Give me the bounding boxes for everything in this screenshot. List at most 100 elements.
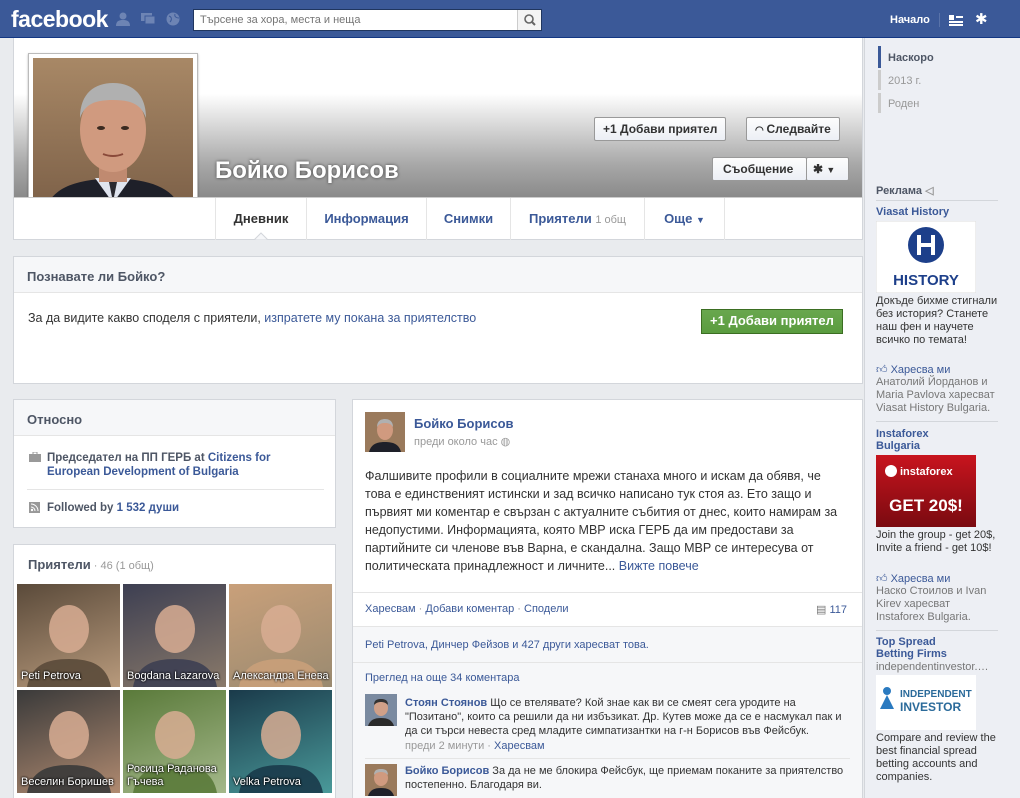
ad-text: Join the group - get 20$, Invite a frien… <box>876 529 996 554</box>
top-bar: facebook Начало ✱ <box>0 0 1020 38</box>
friends-title[interactable]: Приятели <box>28 557 91 572</box>
tab-sub: 1 общ <box>595 214 626 226</box>
notifications-globe-icon[interactable] <box>165 12 181 26</box>
commenter-avatar[interactable] <box>365 694 397 726</box>
comment-author[interactable]: Бойко Борисов <box>405 765 489 777</box>
about-box: Относно Председател на ПП ГЕРБ at Citize… <box>13 399 336 528</box>
search-button[interactable] <box>517 10 541 30</box>
post-author[interactable]: Бойко Борисов <box>414 416 514 431</box>
briefcase-icon <box>29 452 41 462</box>
comment-count[interactable]: ▤ 117 <box>816 603 847 616</box>
tab-about[interactable]: Информация <box>307 198 427 240</box>
friend-tile[interactable]: Peti Petrova <box>17 584 120 687</box>
ad-title[interactable]: Top Spread Betting Firms <box>876 636 966 660</box>
comment-2: Бойко Борисов За да не ме блокира Фейсбу… <box>405 764 845 792</box>
gear-icon: ✱ <box>813 162 824 176</box>
send-friend-request-link[interactable]: изпратете му покана за приятелство <box>264 311 476 325</box>
friend-tile[interactable]: Velka Petrova <box>229 690 332 793</box>
divider <box>353 592 862 593</box>
search-icon <box>524 14 536 26</box>
comment-like-link[interactable]: Харесвам <box>494 740 545 752</box>
ad-like-label: Харесва ми <box>890 364 951 376</box>
see-more-link[interactable]: Вижте повече <box>619 559 699 573</box>
divider <box>876 421 998 422</box>
timeline-marker <box>878 70 881 90</box>
view-more-comments[interactable]: Преглед на още 34 коментара <box>365 672 520 684</box>
ad-domain: independentinvestor.… <box>876 661 989 673</box>
tab-label: Информация <box>324 211 409 226</box>
timeline-post: Бойко Борисов преди около час ◍ Фалшивит… <box>352 399 863 798</box>
ad-like-link[interactable]: 👍︎ Харесва ми <box>876 363 950 376</box>
timeline-recent[interactable]: Наскоро <box>888 52 934 64</box>
friend-name: Velka Petrova <box>233 776 301 788</box>
tab-photos[interactable]: Снимки <box>427 198 511 240</box>
more-options-button[interactable]: ✱ ▼ <box>806 157 849 181</box>
ad-title[interactable]: Instaforex Bulgaria <box>876 428 966 452</box>
thumbs-up-icon: 👍︎ <box>876 573 888 585</box>
friend-requests-icon[interactable] <box>115 12 131 26</box>
ad-social: Анатолий Йорданов и Maria Pavlova харесв… <box>876 376 995 414</box>
facebook-logo[interactable]: facebook <box>11 6 108 33</box>
friend-tile[interactable]: Bogdana Lazarova <box>123 584 226 687</box>
divider <box>353 662 862 663</box>
ad-image-label: GET 20$! <box>889 496 963 515</box>
independent-investor-logo[interactable]: INDEPENDENTINVESTOR <box>876 675 976 730</box>
viasat-history-logo[interactable]: HISTORY <box>876 221 976 293</box>
search-box[interactable] <box>193 9 542 31</box>
tab-label: Още <box>664 211 693 226</box>
friends-header: Приятели · 46 (1 общ) <box>28 557 154 572</box>
rss-icon: ◠ <box>755 125 767 136</box>
message-label: Съобщение <box>723 162 794 176</box>
ad-like-link[interactable]: 👍︎ Харесва ми <box>876 572 950 585</box>
friend-tile[interactable]: Веселин Боришев <box>17 690 120 793</box>
post-body: Фалшивите профили в социалните мрежи ста… <box>365 467 850 575</box>
add-friend-button[interactable]: +1 Добави приятел <box>594 117 727 141</box>
ad-title[interactable]: Viasat History <box>876 206 949 218</box>
search-input[interactable] <box>194 10 514 30</box>
settings-gear-icon[interactable]: ✱ <box>975 10 988 28</box>
followers-count-link[interactable]: 1 532 души <box>117 502 179 514</box>
active-tab-indicator <box>254 232 268 240</box>
divider <box>876 200 998 201</box>
comment-1: Стоян Стоянов Що се втелявате? Кой знае … <box>405 696 845 738</box>
profile-tabs: Дневник Информация Снимки Приятели 1 общ… <box>13 197 863 240</box>
chevron-down-icon: ▼ <box>696 215 705 225</box>
message-button[interactable]: Съобщение <box>712 157 807 181</box>
instaforex-ad-image[interactable]: instaforex GET 20$! <box>876 455 976 527</box>
ad-image-brand: instaforex <box>900 466 953 478</box>
commenter-avatar[interactable] <box>365 764 397 796</box>
friend-tile[interactable]: Росица Раданова Гъчева <box>123 690 226 793</box>
comment-count-value: 117 <box>829 604 848 616</box>
post-timestamp[interactable]: преди около час <box>414 436 498 448</box>
tab-friends[interactable]: Приятели 1 общ <box>511 198 645 240</box>
author-avatar[interactable] <box>365 412 405 452</box>
follow-button[interactable]: ◠ Следвайте <box>746 117 840 141</box>
post-actions: Харесвам · Добави коментар · Сподели <box>365 603 569 615</box>
comment-meta: преди 2 минути · Харесвам <box>405 740 545 752</box>
like-link[interactable]: Харесвам <box>365 603 416 615</box>
profile-name: Бойко Борисов <box>215 157 399 184</box>
home-link[interactable]: Начало <box>890 14 930 26</box>
tab-label: Дневник <box>233 211 289 226</box>
comment-time[interactable]: преди 2 минути <box>405 740 484 752</box>
timeline-marker <box>878 93 881 113</box>
timeline-born[interactable]: Роден <box>888 98 919 110</box>
share-link[interactable]: Сподели <box>524 603 569 615</box>
tab-more[interactable]: Още ▼ <box>645 198 725 240</box>
friend-name: Веселин Боришев <box>21 776 114 788</box>
add-comment-link[interactable]: Добави коментар <box>425 603 514 615</box>
comment-author[interactable]: Стоян Стоянов <box>405 697 487 709</box>
friend-tile[interactable]: Александра Енева <box>229 584 332 687</box>
add-friend-green-button[interactable]: +1 Добави приятел <box>701 309 843 334</box>
messages-icon[interactable] <box>140 12 156 26</box>
timeline-2013[interactable]: 2013 г. <box>888 75 921 87</box>
tab-label: Приятели <box>529 211 592 226</box>
likes-summary[interactable]: Peti Petrova, Динчер Фейзов и 427 други … <box>365 639 649 651</box>
privacy-shortcuts-icon[interactable] <box>949 14 963 26</box>
rss-icon <box>29 502 40 513</box>
public-globe-icon: ◍ <box>500 436 511 448</box>
thumbs-up-icon: 👍︎ <box>876 364 888 376</box>
ad-text: Докъде бихме стигнали без история? Стане… <box>876 295 998 346</box>
profile-photo-image <box>33 58 193 218</box>
friend-name: Bogdana Lazarova <box>127 670 220 682</box>
